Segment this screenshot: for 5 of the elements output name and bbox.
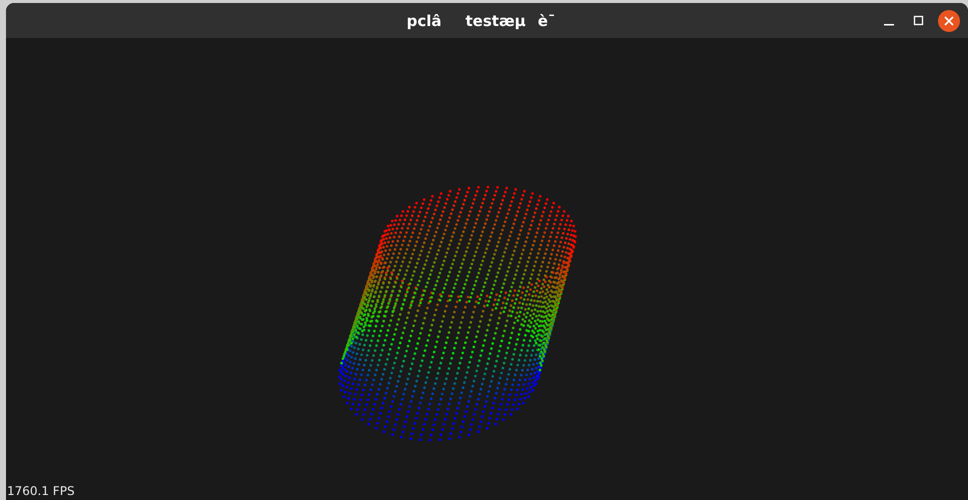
minimize-icon xyxy=(884,24,894,26)
maximize-icon xyxy=(913,14,925,26)
fps-counter: 1760.1 FPS xyxy=(7,484,75,498)
close-icon xyxy=(944,16,954,26)
close-button[interactable] xyxy=(938,10,960,32)
